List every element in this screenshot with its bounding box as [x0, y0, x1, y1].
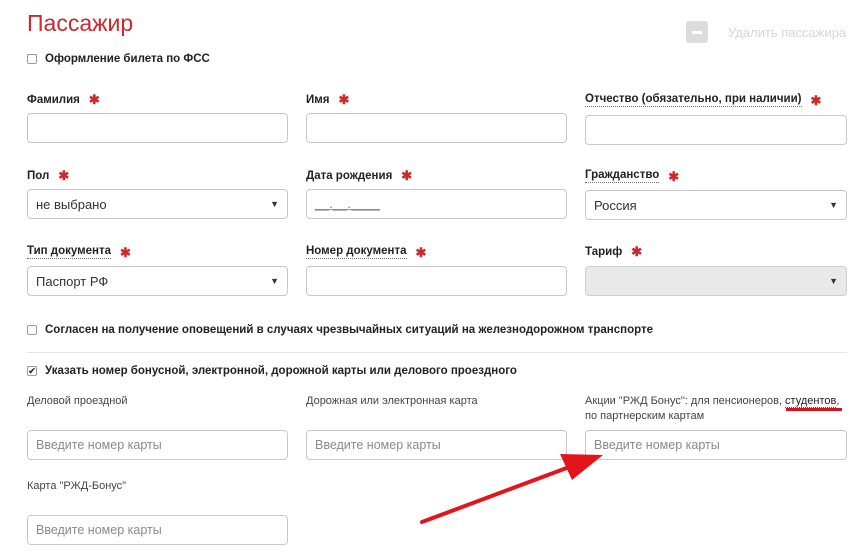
citizenship-select[interactable]: Россия ▼ — [585, 190, 847, 220]
fss-checkbox[interactable] — [27, 54, 37, 64]
patronymic-input[interactable] — [585, 115, 847, 145]
required-mark: ✱ — [631, 244, 643, 259]
rzd-bonus-placeholder: Введите номер карты — [36, 523, 162, 537]
annotation-underline — [786, 408, 842, 411]
business-pass-label: Деловой проездной — [27, 395, 128, 407]
rzd-bonus-label: Карта "РЖД-Бонус" — [27, 480, 127, 492]
caret-down-icon: ▼ — [829, 276, 838, 286]
patronymic-label-text[interactable]: Отчество (обязательно, при наличии) — [585, 93, 802, 107]
bonus-label: Указать номер бонусной, электронной, дор… — [45, 365, 517, 377]
consent-checkbox[interactable] — [27, 325, 37, 335]
required-mark: ✱ — [120, 244, 131, 260]
name-label: Имя ✱ — [306, 93, 349, 106]
required-mark: ✱ — [88, 92, 100, 107]
surname-label-text: Фамилия — [27, 93, 80, 106]
divider — [27, 352, 847, 353]
business-pass-placeholder: Введите номер карты — [36, 438, 162, 452]
gender-label: Пол ✱ — [27, 169, 69, 182]
annotation-arrow-shaft — [420, 464, 574, 524]
gender-select[interactable]: не выбрано ▼ — [27, 189, 288, 219]
required-mark: ✱ — [415, 244, 427, 260]
bonus-checkbox-row[interactable]: ✔ Указать номер бонусной, электронной, д… — [27, 365, 517, 377]
patronymic-label: Отчество (обязательно, при наличии) ✱ — [585, 93, 821, 107]
doc-number-input[interactable] — [306, 266, 567, 296]
business-pass-input[interactable]: Введите номер карты — [27, 430, 288, 460]
road-card-input[interactable]: Введите номер карты — [306, 430, 567, 460]
surname-input[interactable] — [27, 113, 288, 143]
doc-number-label: Номер документа ✱ — [306, 245, 426, 259]
name-input[interactable] — [306, 113, 567, 143]
caret-down-icon: ▼ — [270, 199, 279, 209]
fss-label: Оформление билета по ФСС — [45, 53, 210, 65]
fss-checkbox-row[interactable]: Оформление билета по ФСС — [27, 53, 210, 65]
promo-card-placeholder: Введите номер карты — [594, 438, 720, 452]
tariff-label: Тариф ✱ — [585, 245, 642, 258]
promo-card-input[interactable]: Введите номер карты — [585, 430, 847, 460]
name-label-text: Имя — [306, 93, 330, 106]
doc-number-label-text[interactable]: Номер документа — [306, 245, 407, 259]
doc-type-value: Паспорт РФ — [36, 273, 109, 289]
page-title: Пассажир — [27, 10, 134, 36]
citizenship-value: Россия — [594, 197, 637, 213]
doc-type-select[interactable]: Паспорт РФ ▼ — [27, 266, 288, 296]
tariff-select[interactable]: ▼ — [585, 266, 847, 296]
doc-type-label-text[interactable]: Тип документа — [27, 245, 111, 259]
rzd-bonus-input[interactable]: Введите номер карты — [27, 515, 288, 545]
consent-label: Согласен на получение оповещений в случа… — [45, 324, 654, 336]
required-mark: ✱ — [401, 168, 413, 183]
birthdate-label: Дата рождения ✱ — [306, 169, 412, 182]
caret-down-icon: ▼ — [829, 200, 838, 210]
birthdate-mask: __.__.____ — [315, 197, 381, 211]
required-mark: ✱ — [338, 92, 350, 107]
citizenship-label-text[interactable]: Гражданство — [585, 169, 660, 183]
gender-label-text: Пол — [27, 169, 50, 182]
doc-type-label: Тип документа ✱ — [27, 245, 131, 259]
birthdate-label-text: Дата рождения — [306, 169, 393, 182]
tariff-label-text: Тариф — [585, 245, 623, 258]
students-link[interactable]: студентов — [785, 395, 837, 408]
required-mark: ✱ — [668, 168, 680, 184]
promo-label-comma: , — [836, 395, 840, 407]
promo-label-text: Акции "РЖД Бонус": для пенсионеров, — [585, 395, 782, 407]
surname-label: Фамилия ✱ — [27, 93, 100, 106]
promo-label-line2: по партнерским картам — [585, 410, 705, 422]
remove-passenger[interactable]: Удалить пассажира — [686, 21, 846, 43]
remove-passenger-label[interactable]: Удалить пассажира — [728, 25, 846, 40]
road-card-placeholder: Введите номер карты — [315, 438, 441, 452]
caret-down-icon: ▼ — [270, 276, 279, 286]
required-mark: ✱ — [810, 92, 822, 108]
birthdate-input[interactable]: __.__.____ — [306, 189, 567, 219]
gender-value: не выбрано — [36, 196, 107, 212]
bonus-checkbox[interactable]: ✔ — [27, 366, 37, 376]
citizenship-label: Гражданство ✱ — [585, 169, 679, 183]
consent-checkbox-row[interactable]: Согласен на получение оповещений в случа… — [27, 324, 653, 336]
road-card-label: Дорожная или электронная карта — [306, 395, 478, 407]
minus-icon[interactable] — [686, 21, 708, 43]
required-mark: ✱ — [58, 168, 70, 183]
